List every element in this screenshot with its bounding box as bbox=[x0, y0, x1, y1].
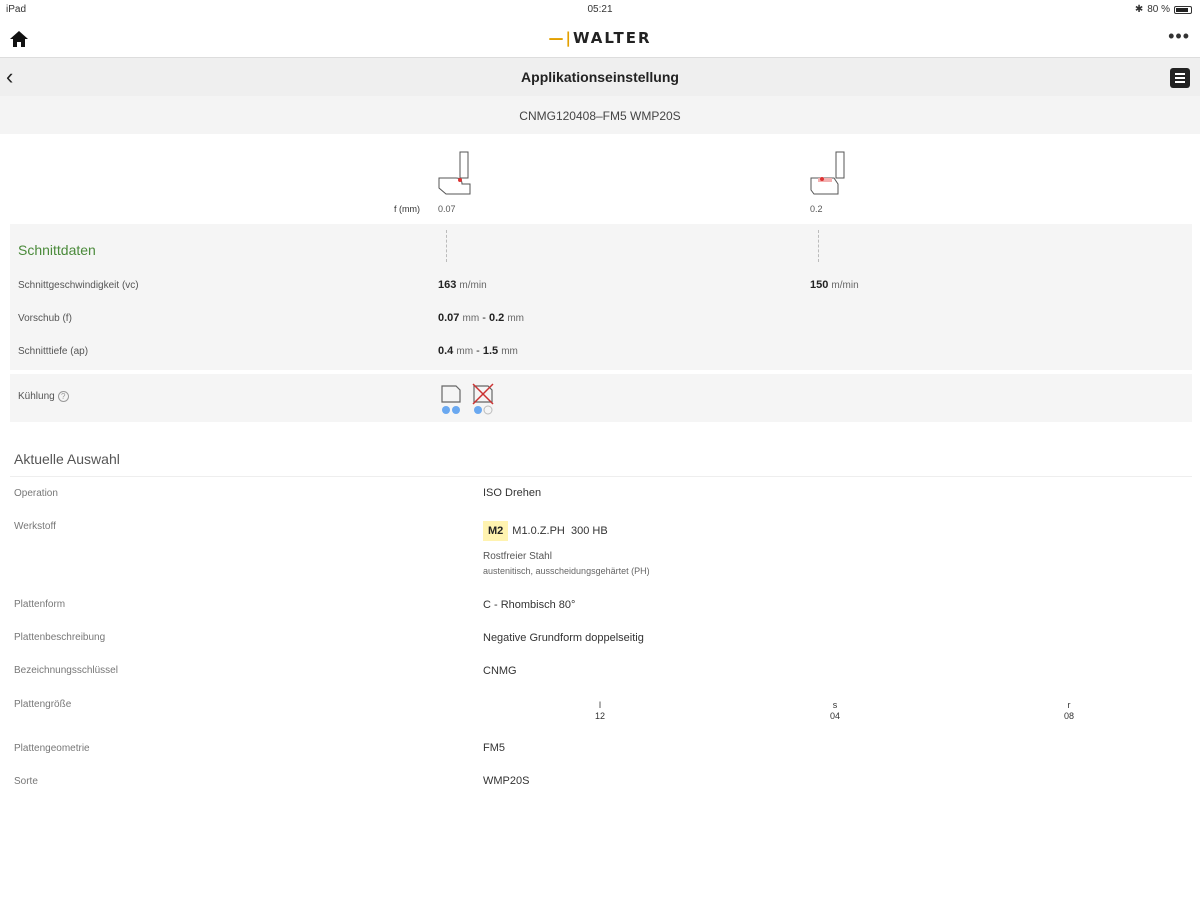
app-header: —|WALTER ••• bbox=[0, 20, 1200, 57]
shape-label: Plattenform bbox=[14, 599, 66, 610]
material-code: M1.0.Z.PH bbox=[512, 525, 565, 537]
geometry-value: FM5 bbox=[483, 742, 505, 754]
speed-value-1: 163 m/min bbox=[438, 279, 487, 291]
size-value: 12 bbox=[594, 711, 605, 721]
clock: 05:21 bbox=[587, 4, 613, 15]
bluetooth-icon: ✱ bbox=[1134, 4, 1144, 15]
status-bar: iPad 05:21 ✱ 80 % bbox=[0, 0, 1200, 20]
shape-value: C - Rhombisch 80° bbox=[483, 599, 576, 611]
operation-value: ISO Drehen bbox=[483, 487, 542, 499]
size-col-r: r 08 bbox=[1059, 700, 1079, 722]
material-value: M2 M1.0.Z.PH 300 HB bbox=[483, 521, 608, 541]
size-label: Plattengröße bbox=[14, 699, 72, 710]
description-label: Plattenbeschreibung bbox=[14, 632, 106, 643]
logo-mark: —| bbox=[548, 29, 573, 47]
logo-text: WALTER bbox=[572, 29, 652, 47]
size-head: s bbox=[832, 700, 838, 710]
grade-value: WMP20S bbox=[483, 775, 530, 787]
material-hardness: 300 HB bbox=[570, 525, 608, 537]
size-col-l: l 12 bbox=[590, 700, 610, 722]
material-group-badge: M2 bbox=[483, 521, 509, 541]
size-value: 08 bbox=[1063, 711, 1074, 721]
list-menu-icon[interactable] bbox=[1170, 68, 1190, 88]
divider bbox=[10, 476, 1192, 477]
walter-logo: —|WALTER bbox=[0, 29, 1200, 47]
size-col-s: s 04 bbox=[825, 700, 845, 722]
feed-label: Vorschub (f) bbox=[18, 313, 72, 324]
feed-value-1: 0.07 bbox=[438, 204, 456, 214]
cooling-panel: Kühlung? bbox=[10, 374, 1192, 422]
current-selection-title: Aktuelle Auswahl bbox=[14, 451, 120, 467]
size-head: l bbox=[599, 700, 601, 710]
size-head: r bbox=[1067, 700, 1071, 710]
depth-range: 0.4 mm - 1.5 mm bbox=[438, 345, 518, 357]
battery-icon bbox=[1174, 5, 1192, 14]
grade-label: Sorte bbox=[14, 776, 38, 787]
depth-label: Schnitttiefe (ap) bbox=[18, 346, 89, 357]
geometry-label: Plattengeometrie bbox=[14, 743, 90, 754]
more-icon[interactable]: ••• bbox=[1168, 26, 1190, 47]
feed-value-2: 0.2 bbox=[810, 204, 823, 214]
cooling-label: Kühlung? bbox=[18, 391, 69, 402]
material-desc: austenitisch, ausscheidungsgehärtet (PH) bbox=[483, 566, 650, 576]
key-value: CNMG bbox=[483, 665, 517, 677]
divider bbox=[446, 230, 447, 262]
cutting-data-panel: Schnittdaten Schnittgeschwindigkeit (vc)… bbox=[10, 224, 1192, 370]
insert-diagram-2-icon bbox=[810, 151, 845, 195]
status-right: ✱ 80 % bbox=[1135, 4, 1192, 15]
insert-diagram-1-icon bbox=[438, 151, 471, 195]
speed-label: Schnittgeschwindigkeit (vc) bbox=[18, 280, 139, 291]
help-icon[interactable]: ? bbox=[57, 391, 69, 402]
coolant-wet-icon[interactable] bbox=[440, 380, 466, 420]
page-title: Applikationseinstellung bbox=[521, 69, 679, 85]
nav-bar: ‹ Applikationseinstellung bbox=[0, 57, 1200, 96]
key-label: Bezeichnungsschlüssel bbox=[14, 665, 118, 676]
size-value: 04 bbox=[829, 711, 840, 721]
material-label: Werkstoff bbox=[14, 521, 56, 532]
material-name: Rostfreier Stahl bbox=[483, 551, 552, 562]
product-code: CNMG120408–FM5 WMP20S bbox=[0, 96, 1200, 134]
cutting-data-title: Schnittdaten bbox=[18, 242, 96, 258]
battery-percent: 80 % bbox=[1147, 4, 1170, 15]
divider bbox=[818, 230, 819, 262]
feed-axis-label: f (mm) bbox=[394, 204, 420, 214]
operation-label: Operation bbox=[14, 488, 58, 499]
description-value: Negative Grundform doppelseitig bbox=[483, 632, 644, 644]
coolant-dry-icon[interactable] bbox=[472, 380, 498, 420]
feed-range: 0.07 mm - 0.2 mm bbox=[438, 312, 524, 324]
cooling-label-text: Kühlung bbox=[18, 391, 55, 403]
speed-value-2: 150 m/min bbox=[810, 279, 859, 291]
